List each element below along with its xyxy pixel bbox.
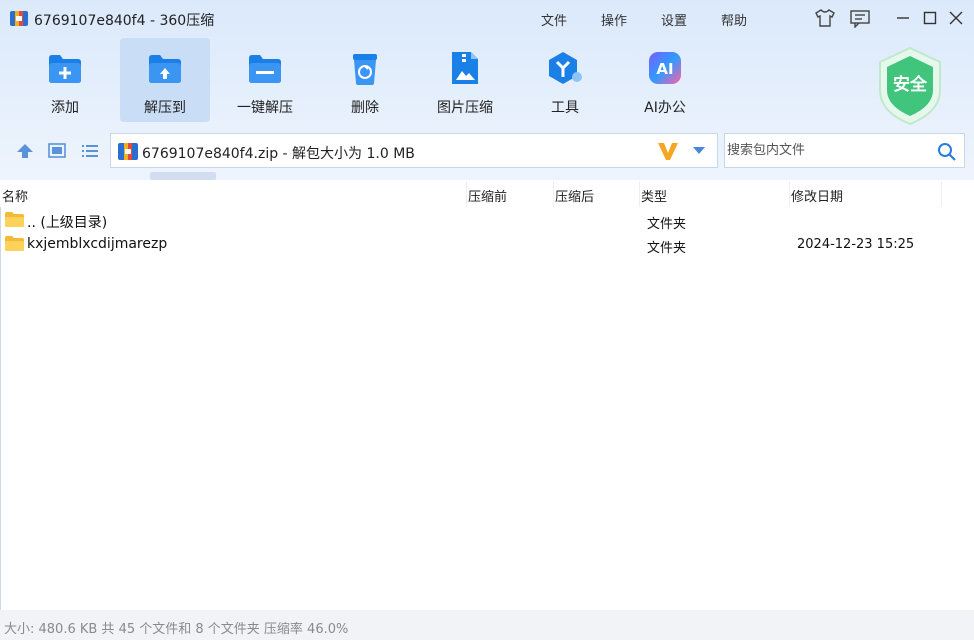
delete-button[interactable]: 删除 [320, 38, 410, 122]
thumbnail-view-icon[interactable] [47, 141, 67, 161]
status-bar: 大小: 480.6 KB 共 45 个文件和 8 个文件夹 压缩率 46.0% [0, 610, 974, 640]
tools-button[interactable]: 工具 [520, 38, 610, 122]
column-divider[interactable] [639, 181, 640, 207]
add-folder-icon [49, 55, 81, 83]
row-type: 文件夹 [647, 241, 687, 256]
column-after[interactable]: 压缩后 [555, 186, 594, 205]
window-title: 6769107e840f4 - 360压缩 [34, 13, 215, 29]
minimize-icon[interactable] [893, 8, 913, 28]
column-divider[interactable] [789, 181, 790, 207]
svg-text:AI: AI [656, 60, 673, 78]
vip-v-icon[interactable] [657, 141, 679, 161]
up-arrow-icon[interactable] [15, 141, 35, 161]
title-bar: 6769107e840f4 - 360压缩 文件 操作 设置 帮助 [0, 0, 974, 36]
column-divider[interactable] [941, 181, 942, 207]
tools-label: 工具 [551, 100, 579, 116]
column-name[interactable]: 名称 [2, 186, 28, 205]
add-label: 添加 [51, 100, 79, 116]
image-compress-button[interactable]: 图片压缩 [420, 38, 510, 122]
ai-office-button[interactable]: AI AI办公 [620, 38, 710, 122]
extract-to-icon [149, 55, 181, 83]
active-tab-indicator [150, 172, 216, 180]
search-box[interactable] [724, 133, 965, 168]
ai-office-icon: AI [649, 52, 681, 84]
menu-operate[interactable]: 操作 [601, 10, 627, 29]
maximize-icon[interactable] [920, 8, 940, 28]
extract-to-label: 解压到 [144, 100, 186, 116]
column-divider[interactable] [553, 181, 554, 207]
chevron-down-icon[interactable] [692, 146, 706, 156]
search-icon[interactable] [937, 142, 957, 162]
search-input[interactable] [725, 134, 925, 167]
column-modified[interactable]: 修改日期 [791, 186, 843, 205]
feedback-message-icon[interactable] [849, 8, 871, 28]
zip-archive-icon [118, 143, 138, 160]
image-compress-label: 图片压缩 [437, 100, 493, 116]
app-logo-icon [10, 11, 28, 26]
one-click-extract-label: 一键解压 [237, 100, 293, 116]
delete-label: 删除 [351, 100, 379, 116]
row-type: 文件夹 [647, 217, 687, 232]
ai-office-label: AI办公 [644, 100, 686, 116]
status-text: 大小: 480.6 KB 共 45 个文件和 8 个文件夹 压缩率 46.0% [4, 622, 349, 637]
menu-settings[interactable]: 设置 [661, 10, 687, 29]
column-before[interactable]: 压缩前 [468, 186, 507, 205]
list-view-icon[interactable] [80, 141, 100, 161]
folder-icon [5, 236, 24, 251]
archive-path: 6769107e840f4.zip - 解包大小为 1.0 MB [142, 146, 415, 162]
row-name: kxjemblxcdijmarezp [27, 236, 168, 252]
extract-to-button[interactable]: 解压到 [120, 38, 210, 122]
security-badge-text: 安全 [893, 74, 928, 95]
delete-bin-icon [353, 54, 377, 85]
one-click-extract-button[interactable]: 一键解压 [220, 38, 310, 122]
column-type[interactable]: 类型 [641, 186, 667, 205]
table-row[interactable]: .. (上级目录) 文件夹 [0, 208, 974, 232]
one-click-extract-icon [249, 55, 281, 83]
table-row[interactable]: kxjemblxcdijmarezp 文件夹 2024-12-23 15:25 [0, 232, 974, 256]
left-border [0, 207, 1, 610]
close-icon[interactable] [946, 8, 966, 28]
file-list-header: 名称 压缩前 压缩后 类型 修改日期 [0, 181, 974, 207]
address-bar[interactable]: 6769107e840f4.zip - 解包大小为 1.0 MB [110, 133, 718, 168]
skin-shirt-icon[interactable] [814, 8, 836, 28]
security-shield-icon[interactable]: 安全 [874, 44, 946, 126]
folder-icon [5, 212, 24, 227]
column-divider[interactable] [466, 181, 467, 207]
row-name: .. (上级目录) [27, 215, 108, 231]
add-button[interactable]: 添加 [20, 38, 110, 122]
menu-file[interactable]: 文件 [541, 10, 567, 29]
tools-icon [549, 52, 582, 84]
row-date: 2024-12-23 15:25 [797, 237, 915, 252]
image-compress-icon [452, 52, 478, 84]
menu-help[interactable]: 帮助 [721, 10, 747, 29]
